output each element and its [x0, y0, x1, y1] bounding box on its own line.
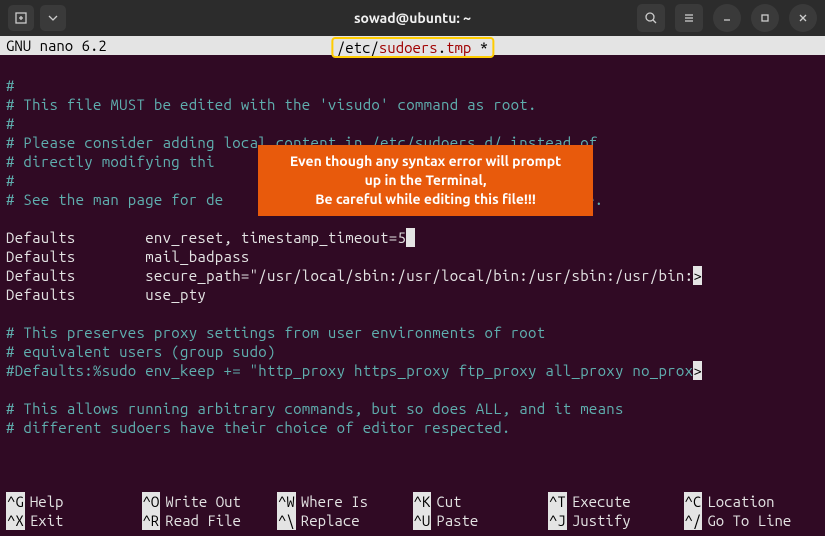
shortcut-help[interactable]: ^G Help [6, 492, 142, 511]
shortcut-key: ^/ [684, 511, 703, 530]
shortcut-label: Execute [572, 492, 631, 511]
shortcut-execute[interactable]: ^T Execute [548, 492, 684, 511]
shortcut-key: ^K [413, 492, 432, 511]
file-modified-star: * [471, 39, 488, 56]
shortcut-writeout[interactable]: ^OWrite Out [142, 492, 278, 511]
nano-filename-highlight: /etc/sudoers.tmp * [331, 37, 494, 58]
shortcut-key: ^W [277, 492, 296, 511]
shortcut-key: ^\ [277, 511, 296, 530]
tab-dropdown-button[interactable] [40, 5, 66, 31]
shortcut-key: ^O [142, 492, 161, 511]
minimize-button[interactable] [713, 4, 741, 32]
comment-line: # See the man page for de [6, 191, 224, 208]
comment-line: # equivalent users (group sudo) [6, 343, 276, 360]
shortcut-label: Help [30, 492, 64, 511]
shortcut-justify[interactable]: ^J Justify [548, 511, 684, 530]
shortcut-paste[interactable]: ^UPaste [413, 511, 549, 530]
search-button[interactable] [637, 4, 665, 32]
shortcut-key: ^G [6, 492, 25, 511]
shortcut-label: Read File [165, 511, 241, 530]
shortcut-replace[interactable]: ^\ Replace [277, 511, 413, 530]
shortcut-location[interactable]: ^CLocation [684, 492, 820, 511]
file-dot: . [438, 39, 446, 56]
shortcut-key: ^U [413, 511, 432, 530]
new-tab-button[interactable] [8, 5, 34, 31]
menu-button[interactable] [675, 4, 703, 32]
shortcut-label: Exit [30, 511, 64, 530]
shortcut-key: ^T [548, 492, 567, 511]
file-slash: / [370, 39, 378, 56]
titlebar-right [637, 4, 817, 32]
file-sudoers: sudoers [379, 39, 438, 56]
comment-line: # This file MUST be edited with the 'vis… [6, 96, 537, 113]
comment-line: #Defaults:%sudo env_keep += "http_proxy … [6, 362, 693, 379]
defaults-line: Defaults secure_path="/usr/local/sbin:/u… [6, 267, 693, 284]
shortcut-label: Go To Line [707, 511, 791, 530]
shortcut-label: Write Out [165, 492, 241, 511]
shortcut-gotoline[interactable]: ^/Go To Line [684, 511, 820, 530]
file-tmp: tmp [446, 39, 471, 56]
comment-line: # This preserves proxy settings from use… [6, 324, 545, 341]
nano-app-name: GNU nano 6.2 [6, 37, 107, 54]
nano-shortcuts: ^G Help ^OWrite Out ^W Where Is ^KCut ^T Ex… [6, 492, 819, 530]
close-button[interactable] [789, 4, 817, 32]
shortcut-label: Replace [301, 511, 360, 530]
shortcut-label: Where Is [301, 492, 368, 511]
comment-line: # different sudoers have their choice of… [6, 419, 511, 436]
shortcut-row-2: ^X Exit ^RRead File ^\ Replace ^UPaste ^J J… [6, 511, 819, 530]
line-continuation-indicator: > [693, 266, 702, 285]
file-etc: /etc [337, 39, 371, 56]
shortcut-label: Cut [436, 492, 461, 511]
window-title: sowad@ubuntu: ~ [354, 10, 471, 26]
shortcut-exit[interactable]: ^X Exit [6, 511, 142, 530]
comment-line: # directly modifying thi [6, 153, 215, 170]
editor-area[interactable]: # # This file MUST be edited with the 'v… [0, 55, 825, 437]
titlebar-left [8, 5, 66, 31]
callout-line3: Be careful while editing this file!!! [268, 190, 583, 209]
shortcut-key: ^X [6, 511, 25, 530]
shortcut-label: Justify [572, 511, 631, 530]
comment-line: # [6, 115, 15, 132]
shortcut-whereis[interactable]: ^W Where Is [277, 492, 413, 511]
comment-line: # This allows running arbitrary commands… [6, 400, 624, 417]
callout-line1: Even though any syntax error will prompt [268, 152, 583, 171]
defaults-line: Defaults use_pty [6, 286, 206, 303]
shortcut-cut[interactable]: ^KCut [413, 492, 549, 511]
line-continuation-indicator: > [693, 361, 702, 380]
defaults-line: Defaults env_reset, timestamp_timeout=5 [6, 229, 406, 246]
shortcut-label: Location [707, 492, 774, 511]
shortcut-key: ^J [548, 511, 567, 530]
comment-line: # [6, 172, 15, 189]
comment-line: # [6, 77, 15, 94]
shortcut-key: ^C [684, 492, 703, 511]
annotation-callout: Even though any syntax error will prompt… [258, 145, 593, 216]
shortcut-readfile[interactable]: ^RRead File [142, 511, 278, 530]
maximize-button[interactable] [751, 4, 779, 32]
defaults-line: Defaults mail_badpass [6, 248, 250, 265]
shortcut-label: Paste [436, 511, 478, 530]
window-titlebar: sowad@ubuntu: ~ [0, 0, 825, 36]
nano-filename-wrap: /etc/sudoers.tmp * [331, 37, 494, 58]
callout-line2: up in the Terminal, [268, 171, 583, 190]
shortcut-row-1: ^G Help ^OWrite Out ^W Where Is ^KCut ^T Ex… [6, 492, 819, 511]
shortcut-key: ^R [142, 511, 161, 530]
cursor [406, 228, 415, 247]
